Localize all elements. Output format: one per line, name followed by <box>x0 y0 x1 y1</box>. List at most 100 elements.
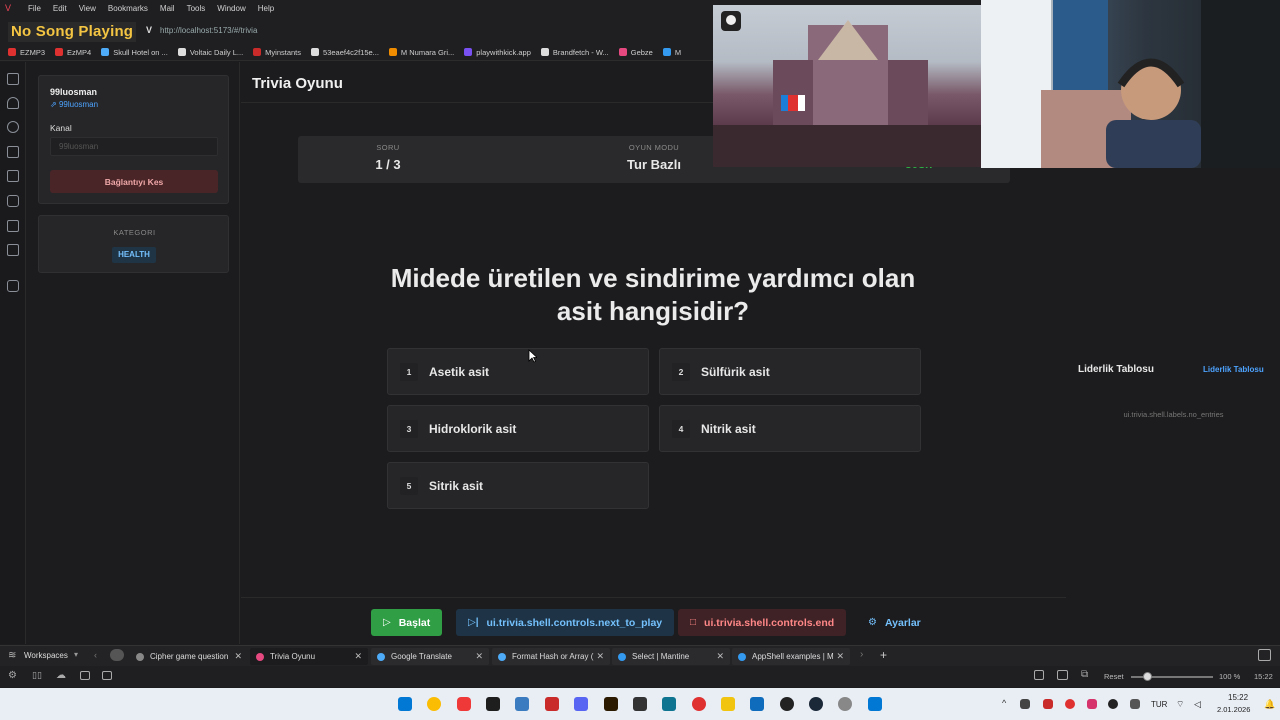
disconnect-button[interactable]: Bağlantıyı Kes <box>50 170 218 193</box>
bookmarks-panel-icon[interactable] <box>7 73 19 85</box>
tray-icon-5[interactable] <box>1108 699 1118 709</box>
answer-option-3[interactable]: 3 Hidroklorik asit <box>387 405 649 452</box>
tab-close-icon[interactable]: ✕ <box>475 651 483 662</box>
bookmark-item[interactable]: Myinstants <box>253 48 301 57</box>
leaderboard-link[interactable]: Liderlik Tablosu <box>1203 365 1264 374</box>
chrome-icon[interactable] <box>427 697 441 711</box>
app-icon-3[interactable] <box>838 697 852 711</box>
workspaces-chevron-down-icon[interactable]: ▾ <box>74 650 78 659</box>
terminal-icon[interactable] <box>486 697 500 711</box>
discord-icon[interactable] <box>574 697 588 711</box>
taskbar-date[interactable]: 2.01.2026 <box>1217 705 1250 714</box>
url-field[interactable]: http://localhost:5173/#/trivia <box>160 26 257 35</box>
menu-file[interactable]: File <box>28 4 41 13</box>
tab-trivia-oyunu[interactable]: Trivia Oyunu ✕ <box>250 648 368 665</box>
menu-tools[interactable]: Tools <box>187 4 206 13</box>
bookmark-item[interactable]: playwithkick.app <box>464 48 531 57</box>
bookmark-item[interactable]: EZMP3 <box>8 48 45 57</box>
input-language[interactable]: TUR <box>1151 700 1167 709</box>
tab-overview-icon[interactable] <box>1258 649 1271 661</box>
app-icon-2[interactable] <box>662 697 676 711</box>
site-info-icon[interactable]: V <box>146 25 152 35</box>
vivaldi-icon[interactable] <box>457 697 471 711</box>
taskbar-time[interactable]: 15:22 <box>1228 693 1248 702</box>
cloud-sync-icon[interactable]: ☁ <box>56 670 66 681</box>
tab-close-icon[interactable]: ✕ <box>354 651 362 662</box>
zoom-slider-handle[interactable] <box>1143 672 1152 681</box>
vivaldi-logo-icon[interactable]: V <box>0 0 16 16</box>
tray-icon-2[interactable] <box>1043 699 1053 709</box>
page-actions-icon[interactable] <box>1057 670 1068 680</box>
bookmark-item[interactable]: M Numara Gri... <box>388 48 454 57</box>
tab-google-translate[interactable]: Google Translate ✕ <box>371 648 489 665</box>
translate-panel-icon[interactable] <box>7 170 19 182</box>
calendar-status-icon[interactable] <box>102 671 112 680</box>
windows-start-icon[interactable] <box>398 697 412 711</box>
tab-appshell-examples[interactable]: AppShell examples | M ✕ <box>732 648 850 665</box>
bookmark-item[interactable]: 53eaef4c2f15e... <box>311 48 379 57</box>
tab-select-mantine[interactable]: Select | Mantine ✕ <box>612 648 730 665</box>
tray-icon-1[interactable] <box>1020 699 1030 709</box>
mail-panel-icon[interactable] <box>7 244 19 256</box>
answer-option-2[interactable]: 2 Sülfürik asit <box>659 348 921 395</box>
workspaces-icon[interactable]: ≋ <box>8 650 16 661</box>
bookmark-item[interactable]: Gebze <box>618 48 653 57</box>
filezilla-icon[interactable] <box>545 697 559 711</box>
bookmark-item[interactable]: Voltaic Daily L... <box>177 48 243 57</box>
volume-icon[interactable]: ◁ <box>1194 699 1201 710</box>
answer-option-4[interactable]: 4 Nitrik asit <box>659 405 921 452</box>
zoom-reset-button[interactable]: Reset <box>1104 672 1124 681</box>
menu-view[interactable]: View <box>79 4 96 13</box>
notepad-icon[interactable] <box>868 697 882 711</box>
history-panel-icon[interactable] <box>7 121 19 133</box>
tab-cipher-game[interactable]: Cipher game question ✕ <box>130 648 248 665</box>
outlook-icon[interactable] <box>750 697 764 711</box>
tab-close-icon[interactable]: ✕ <box>234 651 242 662</box>
add-panel-icon[interactable] <box>7 280 19 292</box>
menu-mail[interactable]: Mail <box>160 4 175 13</box>
tab-close-icon[interactable]: ✕ <box>716 651 724 662</box>
answer-option-1[interactable]: 1 Asetik asit <box>387 348 649 395</box>
settings-button[interactable]: ⚙ Ayarlar <box>856 609 933 636</box>
menu-bookmarks[interactable]: Bookmarks <box>108 4 148 13</box>
tab-close-icon[interactable]: ✕ <box>596 651 604 662</box>
network-icon[interactable]: ⌔ <box>1176 699 1184 710</box>
chevron-right-icon[interactable]: › <box>860 649 863 660</box>
bookmark-item[interactable]: M <box>662 48 681 57</box>
tab-close-icon[interactable]: ✕ <box>836 651 844 662</box>
screenshot-icon[interactable] <box>1034 670 1044 680</box>
new-tab-plus-icon[interactable]: + <box>880 648 887 662</box>
file-explorer-icon[interactable] <box>721 697 735 711</box>
notes-panel-icon[interactable] <box>7 146 19 158</box>
tray-icon-3[interactable] <box>1065 699 1075 709</box>
bookmark-item[interactable]: Skull Hotel on ... <box>101 48 168 57</box>
panel-toggle-icon[interactable]: ⚙ <box>8 670 17 681</box>
gitkraken-icon[interactable] <box>515 697 529 711</box>
tab-format-hash[interactable]: Format Hash or Array ( ✕ <box>492 648 610 665</box>
answer-option-5[interactable]: 5 Sitrik asit <box>387 462 649 509</box>
workspaces-button[interactable]: Workspaces <box>24 651 68 660</box>
next-button[interactable]: ▷| ui.trivia.shell.controls.next_to_play <box>456 609 675 636</box>
tray-icon-6[interactable] <box>1130 699 1140 709</box>
chevron-left-icon[interactable]: ‹ <box>94 650 97 660</box>
recorder-icon[interactable] <box>692 697 706 711</box>
app-icon-1[interactable] <box>633 697 647 711</box>
start-button[interactable]: ▷ Başlat <box>371 609 443 636</box>
end-button[interactable]: □ ui.trivia.shell.controls.end <box>678 609 847 636</box>
steam-icon[interactable] <box>809 697 823 711</box>
menu-edit[interactable]: Edit <box>53 4 67 13</box>
menu-window[interactable]: Window <box>217 4 245 13</box>
bookmark-item[interactable]: EzMP4 <box>55 48 91 57</box>
tray-icon-4[interactable] <box>1087 699 1097 709</box>
tiling-icon[interactable]: ▯▯ <box>32 670 42 681</box>
notification-bell-icon[interactable]: 🔔 <box>1264 699 1275 710</box>
reading-list-panel-icon[interactable] <box>7 195 19 207</box>
tray-chevron-up-icon[interactable]: ^ <box>1002 698 1006 708</box>
obs-icon[interactable] <box>780 697 794 711</box>
images-toggle-icon[interactable]: ⧉ <box>1081 669 1088 680</box>
mail-status-icon[interactable] <box>80 671 90 680</box>
downloads-panel-icon[interactable] <box>7 97 19 109</box>
window-panel-icon[interactable] <box>7 220 19 232</box>
menu-help[interactable]: Help <box>258 4 274 13</box>
tab-stack-icon[interactable] <box>110 649 124 661</box>
